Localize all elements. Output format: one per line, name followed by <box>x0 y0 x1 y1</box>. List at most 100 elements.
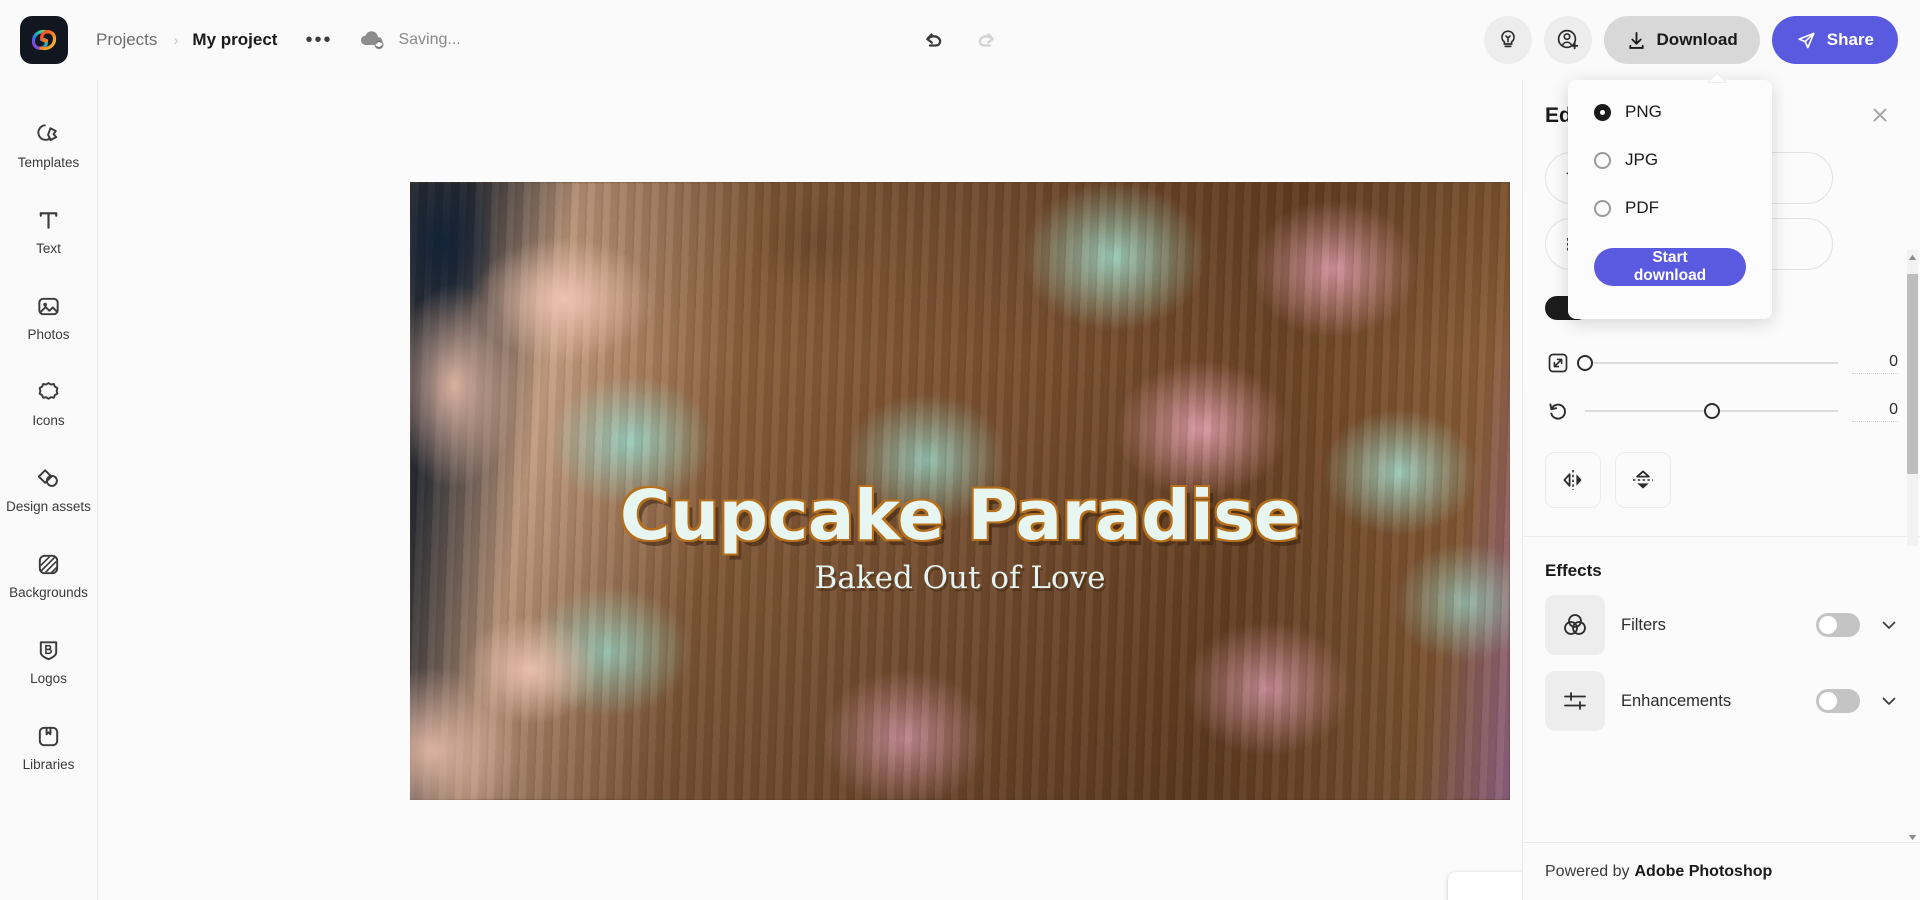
redo-button[interactable] <box>966 20 1006 60</box>
powered-by-prefix: Powered by <box>1545 862 1630 880</box>
scale-slider-row: 0 <box>1545 350 1898 376</box>
redo-arrow-icon <box>978 33 994 47</box>
download-option-pdf[interactable]: PDF <box>1594 198 1746 218</box>
subheadline-text[interactable]: Baked Out of Love <box>410 560 1510 596</box>
shapes-icon <box>37 468 58 487</box>
caret-up-icon <box>1908 254 1917 260</box>
breadcrumb: Projects › My project <box>94 26 277 54</box>
chevron-down-icon <box>1882 697 1896 705</box>
breadcrumb-current-project: My project <box>192 30 278 49</box>
filters-toggle[interactable] <box>1816 613 1860 637</box>
canvas-area[interactable]: Cupcake Paradise Baked Out of Love <box>99 80 1522 900</box>
project-more-options-button[interactable]: ••• <box>299 26 338 54</box>
powered-by-brand: Adobe Photoshop <box>1634 862 1773 880</box>
transform-buttons <box>1545 452 1898 508</box>
scale-slider-knob[interactable] <box>1577 355 1593 371</box>
sidebar-item-label: Photos <box>27 326 70 342</box>
page-thumbnail-stack[interactable]: Baked Out of Love 3 <box>1448 864 1522 900</box>
sidebar-item-photos[interactable]: Photos <box>0 274 98 360</box>
library-box-icon <box>38 726 59 746</box>
ideas-button[interactable] <box>1483 16 1532 64</box>
flip-vertical-button[interactable] <box>1615 452 1671 508</box>
artboard[interactable]: Cupcake Paradise Baked Out of Love <box>410 182 1510 800</box>
app-logo[interactable] <box>20 16 68 64</box>
photo-image-icon <box>38 297 59 315</box>
text-t-icon <box>39 211 58 229</box>
panel-close-button[interactable] <box>1862 99 1898 133</box>
sidebar-item-design-assets[interactable]: Design assets <box>0 446 98 532</box>
rotate-slider-knob[interactable] <box>1703 403 1720 419</box>
rotate-slider[interactable] <box>1585 401 1838 421</box>
download-option-png[interactable]: PNG <box>1594 102 1746 122</box>
scale-slider-track <box>1585 362 1838 364</box>
download-button[interactable]: Download <box>1603 16 1760 64</box>
undo-button[interactable] <box>914 20 954 60</box>
share-button-label: Share <box>1826 30 1874 49</box>
sidebar-item-label: Logos <box>30 670 67 686</box>
invite-collaborator-button[interactable] <box>1543 16 1592 64</box>
effect-label-filters: Filters <box>1621 615 1666 634</box>
resize-scale-icon <box>1545 350 1571 376</box>
sidebar-item-label: Libraries <box>22 756 75 772</box>
hatched-square-icon <box>38 554 59 574</box>
page-sheet-front[interactable]: Baked Out of Love <box>1448 872 1522 900</box>
color-circles-icon[interactable] <box>1545 595 1605 655</box>
sidebar-item-label: Backgrounds <box>9 584 88 600</box>
scale-slider-value[interactable]: 0 <box>1852 353 1898 374</box>
rotate-slider-value[interactable]: 0 <box>1852 401 1898 422</box>
creative-cloud-express-logo-icon <box>31 29 57 51</box>
effect-row-filters: Filters <box>1545 595 1898 655</box>
radio-png[interactable] <box>1594 103 1611 121</box>
panel-section-divider <box>1523 536 1920 537</box>
panel-scroll-up-button[interactable] <box>1907 250 1918 264</box>
panel-scroll-down-button[interactable] <box>1907 830 1918 844</box>
starburst-icon <box>38 381 59 400</box>
download-option-label: JPG <box>1625 150 1659 169</box>
download-button-label: Download <box>1656 30 1738 49</box>
panel-scrollbar[interactable] <box>1907 250 1918 546</box>
flip-horizontal-icon <box>1563 470 1582 490</box>
artboard-text-group: Cupcake Paradise Baked Out of Love <box>410 480 1510 597</box>
headline-text[interactable]: Cupcake Paradise <box>410 480 1510 553</box>
breadcrumb-projects[interactable]: Projects <box>94 26 159 54</box>
enhancements-toggle[interactable] <box>1816 689 1860 713</box>
toggle-knob <box>1819 692 1837 710</box>
save-status: Saving... <box>360 30 461 50</box>
cloud-sync-icon <box>361 31 385 50</box>
paper-plane-icon <box>1798 32 1815 48</box>
start-download-button[interactable]: Start download <box>1594 248 1746 286</box>
panel-footer: Powered by Adobe Photoshop <box>1523 842 1920 900</box>
download-format-menu: PNG JPG PDF Start download <box>1568 80 1772 319</box>
undo-arrow-icon <box>926 33 942 47</box>
panel-scrollbar-thumb[interactable] <box>1907 274 1918 474</box>
app-root: Projects › My project ••• Saving... Down… <box>0 0 1920 900</box>
flip-horizontal-button[interactable] <box>1545 452 1601 508</box>
radio-jpg[interactable] <box>1594 151 1611 169</box>
radio-pdf[interactable] <box>1594 199 1611 217</box>
effects-section-title: Effects <box>1545 561 1602 580</box>
sliders-adjust-icon[interactable] <box>1545 671 1605 731</box>
rotate-slider-row: 0 <box>1545 398 1898 424</box>
sidebar-item-logos[interactable]: Logos <box>0 618 98 704</box>
rotate-ccw-icon <box>1545 398 1571 424</box>
scale-slider[interactable] <box>1577 353 1838 373</box>
sidebar-item-label: Text <box>36 240 61 256</box>
sidebar-item-backgrounds[interactable]: Backgrounds <box>0 532 98 618</box>
share-button[interactable]: Share <box>1771 16 1898 64</box>
effect-label-enhancements: Enhancements <box>1621 691 1732 710</box>
app-header: Projects › My project ••• Saving... Down… <box>0 0 1920 80</box>
download-option-label: PDF <box>1625 198 1659 217</box>
sidebar-item-templates[interactable]: Templates <box>0 102 98 188</box>
sidebar-item-label: Design assets <box>6 498 91 514</box>
sidebar-item-icons[interactable]: Icons <box>0 360 98 446</box>
sidebar-item-label: Templates <box>17 154 80 170</box>
enhancements-expand-button[interactable] <box>1876 692 1898 710</box>
breadcrumb-separator: › <box>173 31 179 49</box>
sidebar-item-libraries[interactable]: Libraries <box>0 704 98 790</box>
filters-expand-button[interactable] <box>1876 616 1898 634</box>
toggle-knob <box>1819 616 1837 634</box>
sidebar-item-text[interactable]: Text <box>0 188 98 274</box>
header-actions: Download Share <box>1483 16 1898 64</box>
caret-down-icon <box>1908 834 1917 840</box>
download-option-jpg[interactable]: JPG <box>1594 150 1746 170</box>
